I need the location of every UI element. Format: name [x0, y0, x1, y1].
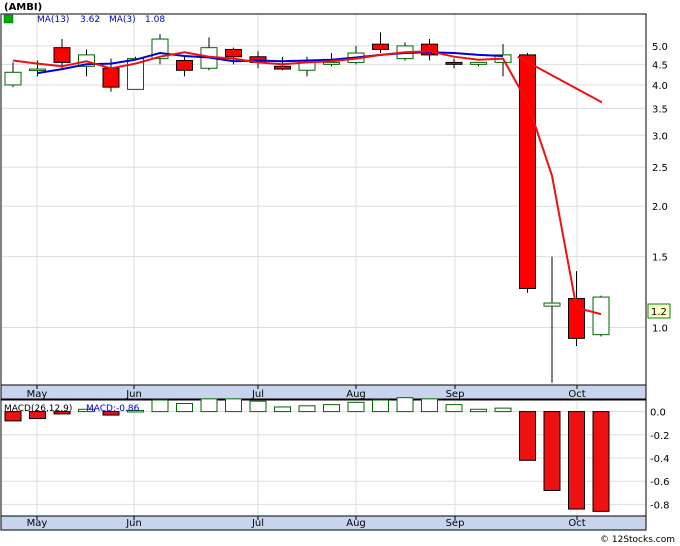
candle-body-down: [519, 54, 536, 289]
candle-body-up: [592, 296, 610, 336]
month-label: Jul: [251, 518, 264, 529]
candle: [592, 295, 610, 337]
macd-bar: [323, 404, 340, 413]
last-price-label: 1.2: [651, 307, 667, 318]
macd-bar: [470, 408, 487, 413]
candle-body-down: [445, 61, 463, 65]
candle: [372, 32, 389, 54]
macd-bar: [543, 411, 561, 491]
candle: [470, 61, 487, 67]
price-tick-label: 4.5: [652, 60, 668, 71]
macd-bar: [396, 397, 414, 413]
price-tick-label: 2.5: [652, 163, 668, 174]
candle-body-down: [53, 47, 71, 63]
candle-body-up: [4, 71, 22, 86]
candle-body-up: [543, 302, 561, 307]
macd-tick-label: -0.2: [650, 431, 670, 442]
chart-title: (AMBI): [4, 2, 42, 13]
month-label: Oct: [568, 389, 585, 400]
price-tick-label: 5.0: [652, 42, 668, 53]
macd-y-axis: 0.0 -0.2 -0.4 -0.6 -0.8: [650, 408, 670, 512]
macd-bar: [347, 401, 365, 413]
candle: [519, 53, 536, 293]
month-label: Oct: [568, 518, 585, 529]
price-tick-label: 2.0: [652, 202, 668, 213]
candle: [543, 256, 561, 383]
candle-body-down: [372, 43, 389, 50]
candle-body-up: [323, 61, 340, 65]
month-label: Sep: [446, 518, 465, 529]
candle-body-down: [274, 65, 291, 70]
month-label: Sep: [446, 389, 465, 400]
candle: [445, 58, 463, 69]
macd-bar: [592, 411, 610, 512]
copyright-label: © 12Stocks.com: [600, 535, 675, 545]
macd-tick-label: -0.8: [650, 500, 670, 511]
ma3-line: [12, 50, 602, 316]
macd-bar: [568, 411, 585, 510]
ma3-legend-label: MA(3): [109, 15, 136, 25]
price-tick-label: 3.5: [652, 104, 668, 115]
candle-body-down: [225, 48, 242, 58]
ma-legend-swatch: [3, 14, 14, 24]
macd-bar: [298, 405, 316, 413]
price-y-axis: 1.0 1.5 2.0 2.5 3.0 3.5 4.0 4.5 5.0: [652, 42, 668, 335]
price-tick-label: 1.0: [652, 324, 668, 335]
macd-bar: [200, 398, 218, 413]
candle-body-up: [470, 61, 487, 65]
macd-bar: [421, 398, 438, 413]
candle-body-up: [29, 68, 46, 72]
macd-bars: [4, 397, 610, 512]
candle: [421, 39, 438, 61]
month-label: Aug: [346, 518, 366, 529]
month-label: Jun: [125, 389, 142, 400]
price-tick-label: 4.0: [652, 81, 668, 92]
macd-tick-label: -0.6: [650, 477, 670, 488]
macd-value-label: MACD:-0.86: [86, 404, 140, 414]
stock-chart: 1.0 1.5 2.0 2.5 3.0 3.5 4.0 4.5 5.0 (AMBI) MA(13…: [0, 2, 675, 545]
macd-tick-label: -0.4: [650, 454, 670, 465]
macd-bar: [176, 402, 193, 413]
macd-title: MACD(26,12,9): [4, 404, 72, 414]
month-label: May: [27, 518, 48, 529]
ma3-legend-value: 1.08: [145, 15, 165, 25]
macd-bar: [519, 411, 536, 461]
candle: [176, 56, 193, 77]
macd-bar: [494, 407, 512, 413]
macd-bar: [225, 398, 242, 413]
candle-body-down: [176, 59, 193, 71]
candle: [151, 34, 169, 65]
price-tick-label: 1.5: [652, 253, 668, 264]
month-label: Aug: [346, 389, 366, 400]
macd-bar: [249, 400, 267, 413]
candle: [4, 62, 22, 88]
candle-body-down: [102, 67, 120, 88]
macd-bar: [445, 404, 463, 413]
month-axis-bar-bottom: [0, 515, 647, 531]
ma13-legend-value: 3.62: [80, 15, 100, 25]
month-label: May: [27, 389, 48, 400]
price-tick-label: 3.0: [652, 131, 668, 142]
macd-bar: [372, 399, 389, 413]
month-axis-bar-top: [0, 384, 647, 400]
candle: [347, 45, 365, 65]
month-label: Jul: [251, 389, 264, 400]
month-label: Jun: [125, 518, 142, 529]
macd-tick-label: 0.0: [650, 408, 666, 419]
price-grid: [2, 15, 645, 384]
candle: [200, 37, 218, 71]
price-panel-frame: [0, 13, 647, 386]
macd-bar: [274, 406, 291, 413]
ma13-legend-label: MA(13): [37, 15, 69, 25]
macd-bar: [151, 399, 169, 413]
